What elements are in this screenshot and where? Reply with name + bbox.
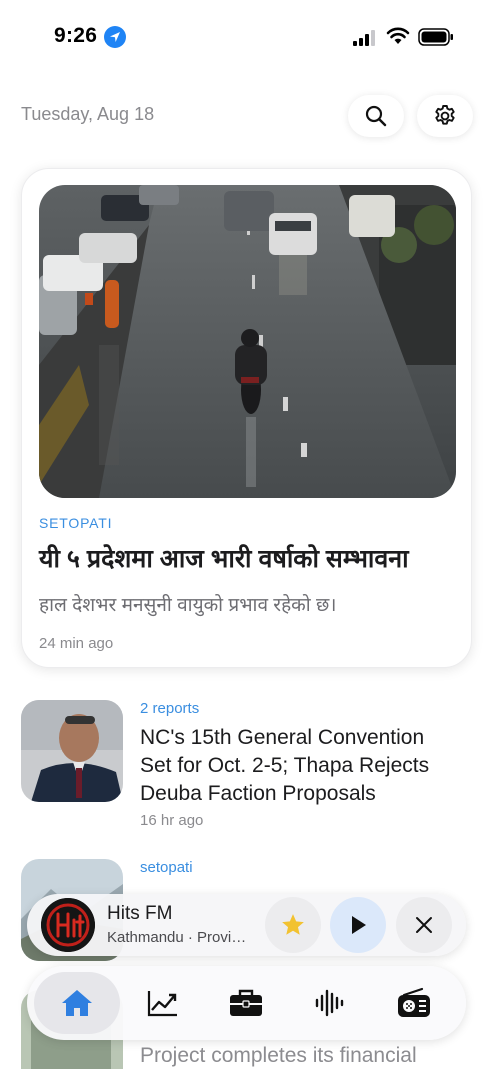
search-button[interactable]: [348, 95, 404, 137]
cellular-signal-icon: [353, 30, 377, 51]
tab-bar: [27, 966, 466, 1040]
featured-story-image: [39, 185, 456, 498]
tab-radio[interactable]: [371, 972, 457, 1034]
featured-headline[interactable]: यी ५ प्रदेशमा आज भारी वर्षाको सम्भावना: [39, 541, 459, 577]
article-timestamp: 16 hr ago: [140, 812, 204, 829]
briefcase-icon: [230, 989, 262, 1016]
status-time: 9:26: [54, 24, 98, 47]
featured-story-card[interactable]: SETOPATI यी ५ प्रदेशमा आज भारी वर्षाको स…: [21, 168, 472, 668]
featured-source: SETOPATI: [39, 515, 113, 531]
mini-player[interactable]: Hits FM Kathmandu · Provi…: [27, 894, 466, 956]
tab-home[interactable]: [34, 972, 120, 1034]
list-item[interactable]: 2 reports NC's 15th General Convention S…: [21, 700, 472, 830]
search-icon: [365, 105, 387, 127]
article-meta: setopati: [140, 859, 193, 876]
gear-icon: [435, 105, 455, 125]
status-bar: 9:26: [0, 0, 493, 74]
waveform-icon: [315, 989, 344, 1017]
date-label: Tuesday, Aug 18: [21, 104, 155, 124]
close-icon: [416, 917, 432, 933]
station-name: Hits FM: [107, 903, 173, 924]
tab-business[interactable]: [203, 972, 289, 1034]
article-thumbnail: [21, 700, 123, 802]
radio-icon: [398, 987, 430, 1017]
favorite-button[interactable]: [265, 897, 321, 953]
battery-icon: [418, 28, 454, 51]
play-button[interactable]: [330, 897, 386, 953]
home-icon: [62, 990, 92, 1016]
close-player-button[interactable]: [396, 897, 452, 953]
tab-markets[interactable]: [120, 972, 206, 1034]
station-logo: [41, 898, 95, 952]
tab-audio[interactable]: [287, 972, 373, 1034]
article-headline[interactable]: Project completes its financial: [140, 1042, 470, 1070]
location-arrow-icon: [104, 26, 126, 48]
play-icon: [352, 916, 366, 934]
article-headline[interactable]: NC's 15th General Convention Set for Oct…: [140, 724, 460, 808]
settings-button[interactable]: [417, 95, 473, 137]
featured-timestamp: 24 min ago: [39, 635, 114, 652]
station-subtitle: Kathmandu · Provi…: [107, 929, 247, 946]
article-meta: 2 reports: [140, 700, 200, 717]
wifi-icon: [386, 27, 410, 50]
chart-trend-icon: [147, 991, 177, 1017]
featured-summary: हाल देशभर मनसुनी वायुको प्रभाव रहेको छ।: [39, 595, 337, 616]
star-icon: [282, 914, 304, 935]
